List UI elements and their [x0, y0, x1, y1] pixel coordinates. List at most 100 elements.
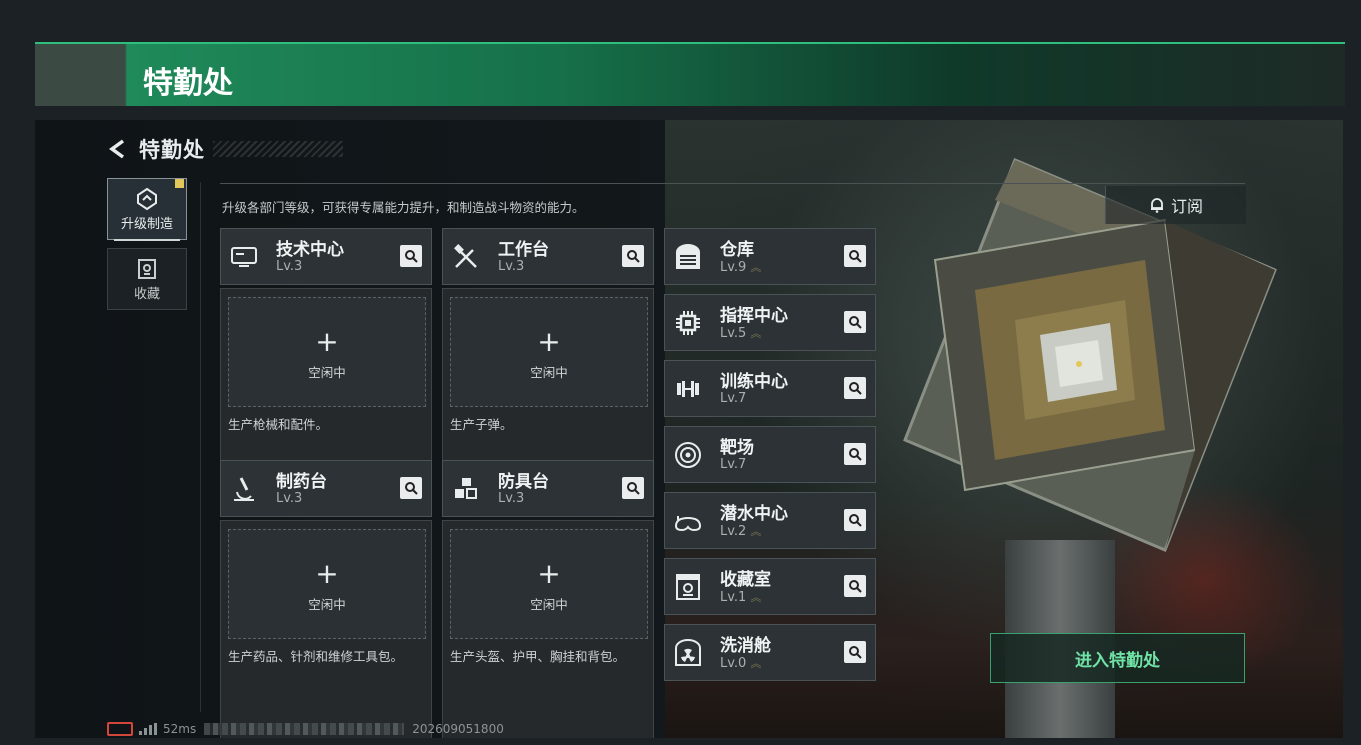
facility-level: Lv.3 [276, 491, 303, 506]
signal-icon [139, 723, 157, 735]
subscribe-label: 订阅 [1170, 197, 1203, 216]
upgrade-arrow-icon: ︽ [750, 261, 762, 274]
search-button[interactable] [400, 245, 422, 267]
facility-level: Lv.3 [498, 491, 525, 506]
empty-slot[interactable]: + 空闲中 [228, 297, 426, 407]
chip-icon [676, 311, 700, 335]
back-arrow-icon[interactable] [107, 138, 129, 160]
title-hatch [213, 141, 343, 157]
facility-card-pharmacy[interactable]: 制药台 Lv.3 [220, 460, 432, 517]
search-button[interactable] [844, 509, 866, 531]
search-icon [627, 482, 640, 495]
facility-level: Lv.9 ︽ [720, 260, 762, 275]
facility-level: Lv.7 [720, 391, 747, 406]
search-icon [405, 482, 418, 495]
facility-name: 指挥中心 [720, 306, 788, 326]
empty-slot[interactable]: + 空闲中 [450, 297, 648, 407]
sidebar-item-upgrade[interactable]: 升级制造 [107, 178, 187, 241]
battery-icon [107, 722, 133, 736]
facility-description: 生产枪械和配件。 [228, 417, 329, 432]
search-button[interactable] [400, 477, 422, 499]
facility-description: 生产药品、针剂和维修工具包。 [228, 649, 404, 664]
production-slot-pharmacy[interactable]: + 空闲中 生产药品、针剂和维修工具包。 [220, 520, 432, 738]
diving-mask-icon [674, 516, 702, 532]
facility-name: 仓库 [720, 240, 754, 260]
bell-icon [1150, 198, 1163, 213]
facility-level: Lv.0 ︽ [720, 656, 762, 671]
upgrade-arrow-icon: ︽ [750, 657, 762, 670]
empty-slot[interactable]: + 空闲中 [228, 529, 426, 639]
facility-name: 收藏室 [720, 570, 771, 590]
tools-icon [454, 244, 477, 268]
search-button[interactable] [622, 245, 644, 267]
top-banner: 特勤处 [35, 42, 1345, 106]
search-button[interactable] [844, 245, 866, 267]
banner-title: 特勤处 [143, 66, 233, 101]
search-button[interactable] [844, 575, 866, 597]
microscope-icon [234, 477, 254, 501]
target-icon [675, 442, 701, 468]
dumbbell-icon [677, 381, 699, 397]
facility-level: Lv.3 [498, 259, 525, 274]
facility-card-decon-chamber[interactable]: 洗消舱 Lv.0 ︽ [664, 624, 876, 681]
vault-icon [676, 574, 700, 600]
facility-card-training-center[interactable]: 训练中心 Lv.7 [664, 360, 876, 417]
production-slot-armor[interactable]: + 空闲中 生产头盔、护甲、胸挂和背包。 [442, 520, 654, 738]
slot-status: 空闲中 [530, 597, 568, 612]
facility-name: 洗消舱 [720, 636, 771, 656]
search-button[interactable] [622, 477, 644, 499]
game-frame: 特勤处 升级制造 收藏 升级各部门等级，可获得专属能力提升，和制造战斗物资的能力… [35, 120, 1343, 738]
facility-level: Lv.1 ︽ [720, 590, 762, 605]
facility-card-command-center[interactable]: 指挥中心 Lv.5 ︽ [664, 294, 876, 351]
search-icon [849, 316, 862, 329]
upgrade-icon [137, 187, 157, 211]
sidebar-item-collection[interactable]: 收藏 [107, 248, 187, 310]
search-icon [849, 250, 862, 263]
facility-name: 靶场 [720, 438, 754, 458]
status-bar: 52ms 202609051800 [107, 722, 504, 736]
facility-card-collection-room[interactable]: 收藏室 Lv.1 ︽ [664, 558, 876, 615]
facility-level: Lv.5 ︽ [720, 326, 762, 341]
search-button[interactable] [844, 311, 866, 333]
add-icon: + [537, 325, 561, 358]
enter-facility-button[interactable]: 进入特勤处 [990, 633, 1245, 683]
search-icon [849, 514, 862, 527]
notification-badge [175, 179, 184, 188]
facility-card-tech-center[interactable]: 技术中心 Lv.3 [220, 228, 432, 285]
facility-name: 训练中心 [720, 372, 788, 392]
facility-card-warehouse[interactable]: 仓库 Lv.9 ︽ [664, 228, 876, 285]
add-icon: + [537, 557, 561, 590]
subscribe-button[interactable]: 订阅 [1105, 186, 1246, 224]
slot-status: 空闲中 [308, 597, 346, 612]
facility-card-shooting-range[interactable]: 靶场 Lv.7 [664, 426, 876, 483]
collection-icon [138, 259, 156, 279]
hint-text: 升级各部门等级，可获得专属能力提升，和制造战斗物资的能力。 [222, 200, 585, 215]
facility-description: 生产子弹。 [450, 417, 513, 432]
facility-card-workbench[interactable]: 工作台 Lv.3 [442, 228, 654, 285]
upgrade-arrow-icon: ︽ [750, 525, 762, 538]
slot-status: 空闲中 [530, 365, 568, 380]
facility-name: 技术中心 [276, 240, 344, 260]
facility-name: 工作台 [498, 240, 549, 260]
facility-level: Lv.3 [276, 259, 303, 274]
search-icon [627, 250, 640, 263]
search-button[interactable] [844, 443, 866, 465]
search-icon [849, 580, 862, 593]
header: 特勤处 [107, 134, 343, 164]
facility-card-armor[interactable]: 防具台 Lv.3 [442, 460, 654, 517]
add-icon: + [315, 325, 339, 358]
hint-divider [220, 183, 1245, 184]
facility-level: Lv.2 ︽ [720, 524, 762, 539]
add-icon: + [315, 557, 339, 590]
search-icon [849, 382, 862, 395]
facility-card-diving-center[interactable]: 潜水中心 Lv.2 ︽ [664, 492, 876, 549]
page-title: 特勤处 [139, 138, 205, 162]
search-button[interactable] [844, 377, 866, 399]
sidebar-item-label: 收藏 [133, 287, 160, 302]
upgrade-arrow-icon: ︽ [750, 327, 762, 340]
empty-slot[interactable]: + 空闲中 [450, 529, 648, 639]
armor-icon [455, 478, 477, 499]
radiation-icon [675, 639, 701, 666]
session-id: 202609051800 [412, 722, 504, 736]
search-button[interactable] [844, 641, 866, 663]
